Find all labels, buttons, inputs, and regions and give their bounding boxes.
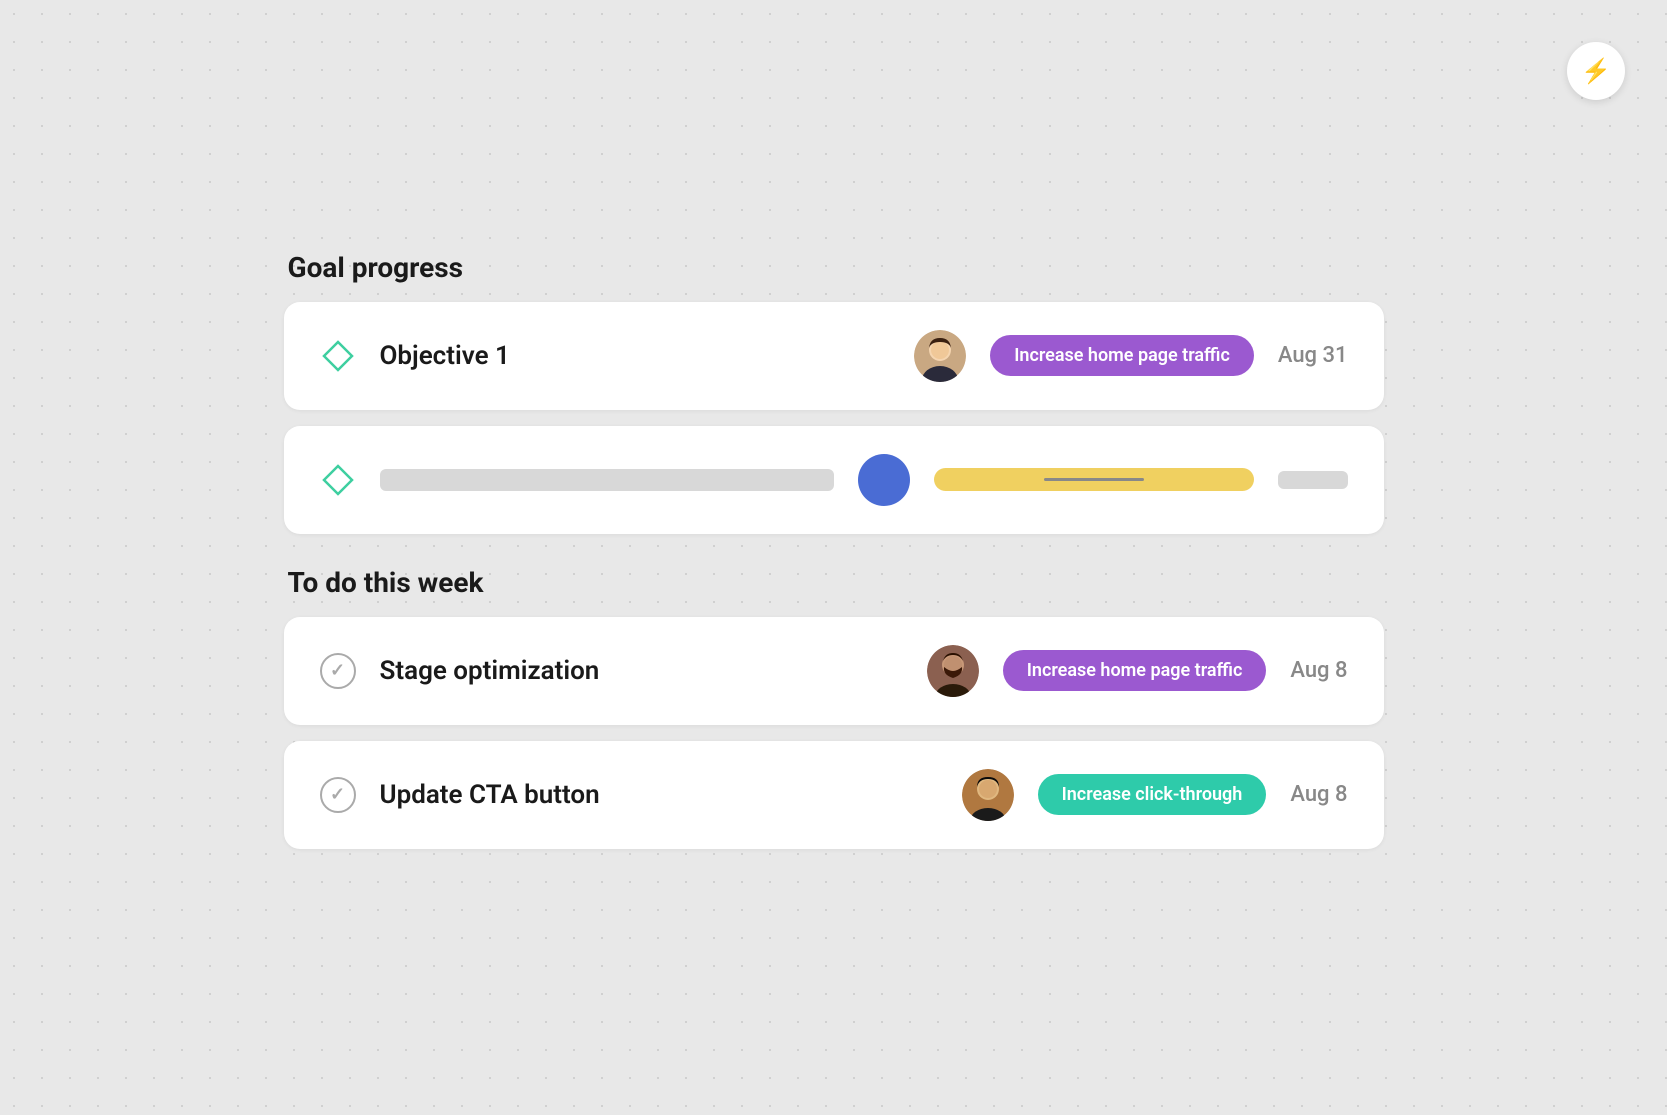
date-objective-1: Aug 31 xyxy=(1278,343,1348,368)
goal-progress-title: Goal progress xyxy=(284,251,1384,284)
date-blurred-2 xyxy=(1278,471,1348,489)
date-task-1: Aug 8 xyxy=(1290,658,1347,683)
check-circle-2: ✓ xyxy=(320,777,356,813)
checkmark-2: ✓ xyxy=(330,786,345,804)
avatar-blue-circle xyxy=(858,454,910,506)
tag-task-2[interactable]: Increase click-through xyxy=(1038,774,1267,815)
task-1-title: Stage optimization xyxy=(380,656,903,686)
task-1-card[interactable]: ✓ Stage optimization Increase home page … xyxy=(284,617,1384,725)
todo-title: To do this week xyxy=(284,566,1384,599)
task-2-card[interactable]: ✓ Update CTA button Increase click-throu… xyxy=(284,741,1384,849)
avatar-woman xyxy=(914,330,966,382)
check-circle-1: ✓ xyxy=(320,653,356,689)
objective-1-card[interactable]: Objective 1 Increase home page traffic A… xyxy=(284,302,1384,410)
goal-progress-section: Goal progress Objective 1 Increase home … xyxy=(284,251,1384,534)
diamond-icon-1 xyxy=(320,338,356,374)
tag-objective-1[interactable]: Increase home page traffic xyxy=(990,335,1254,376)
diamond-icon-2 xyxy=(320,462,356,498)
main-content: Goal progress Objective 1 Increase home … xyxy=(284,211,1384,905)
tag-task-1[interactable]: Increase home page traffic xyxy=(1003,650,1267,691)
lightning-icon: ⚡ xyxy=(1581,57,1611,86)
blurred-title-2 xyxy=(380,469,834,491)
lightning-button[interactable]: ⚡ xyxy=(1567,42,1625,100)
date-task-2: Aug 8 xyxy=(1290,782,1347,807)
task-2-title: Update CTA button xyxy=(380,780,938,810)
avatar-asian xyxy=(962,769,1014,821)
todo-section: To do this week ✓ Stage optimization In xyxy=(284,566,1384,849)
avatar-man xyxy=(927,645,979,697)
objective-2-card[interactable] xyxy=(284,426,1384,534)
tag-objective-2[interactable] xyxy=(934,468,1254,491)
tag-yellow-dash xyxy=(1044,478,1144,481)
checkmark-1: ✓ xyxy=(330,662,345,680)
objective-1-title: Objective 1 xyxy=(380,341,891,371)
